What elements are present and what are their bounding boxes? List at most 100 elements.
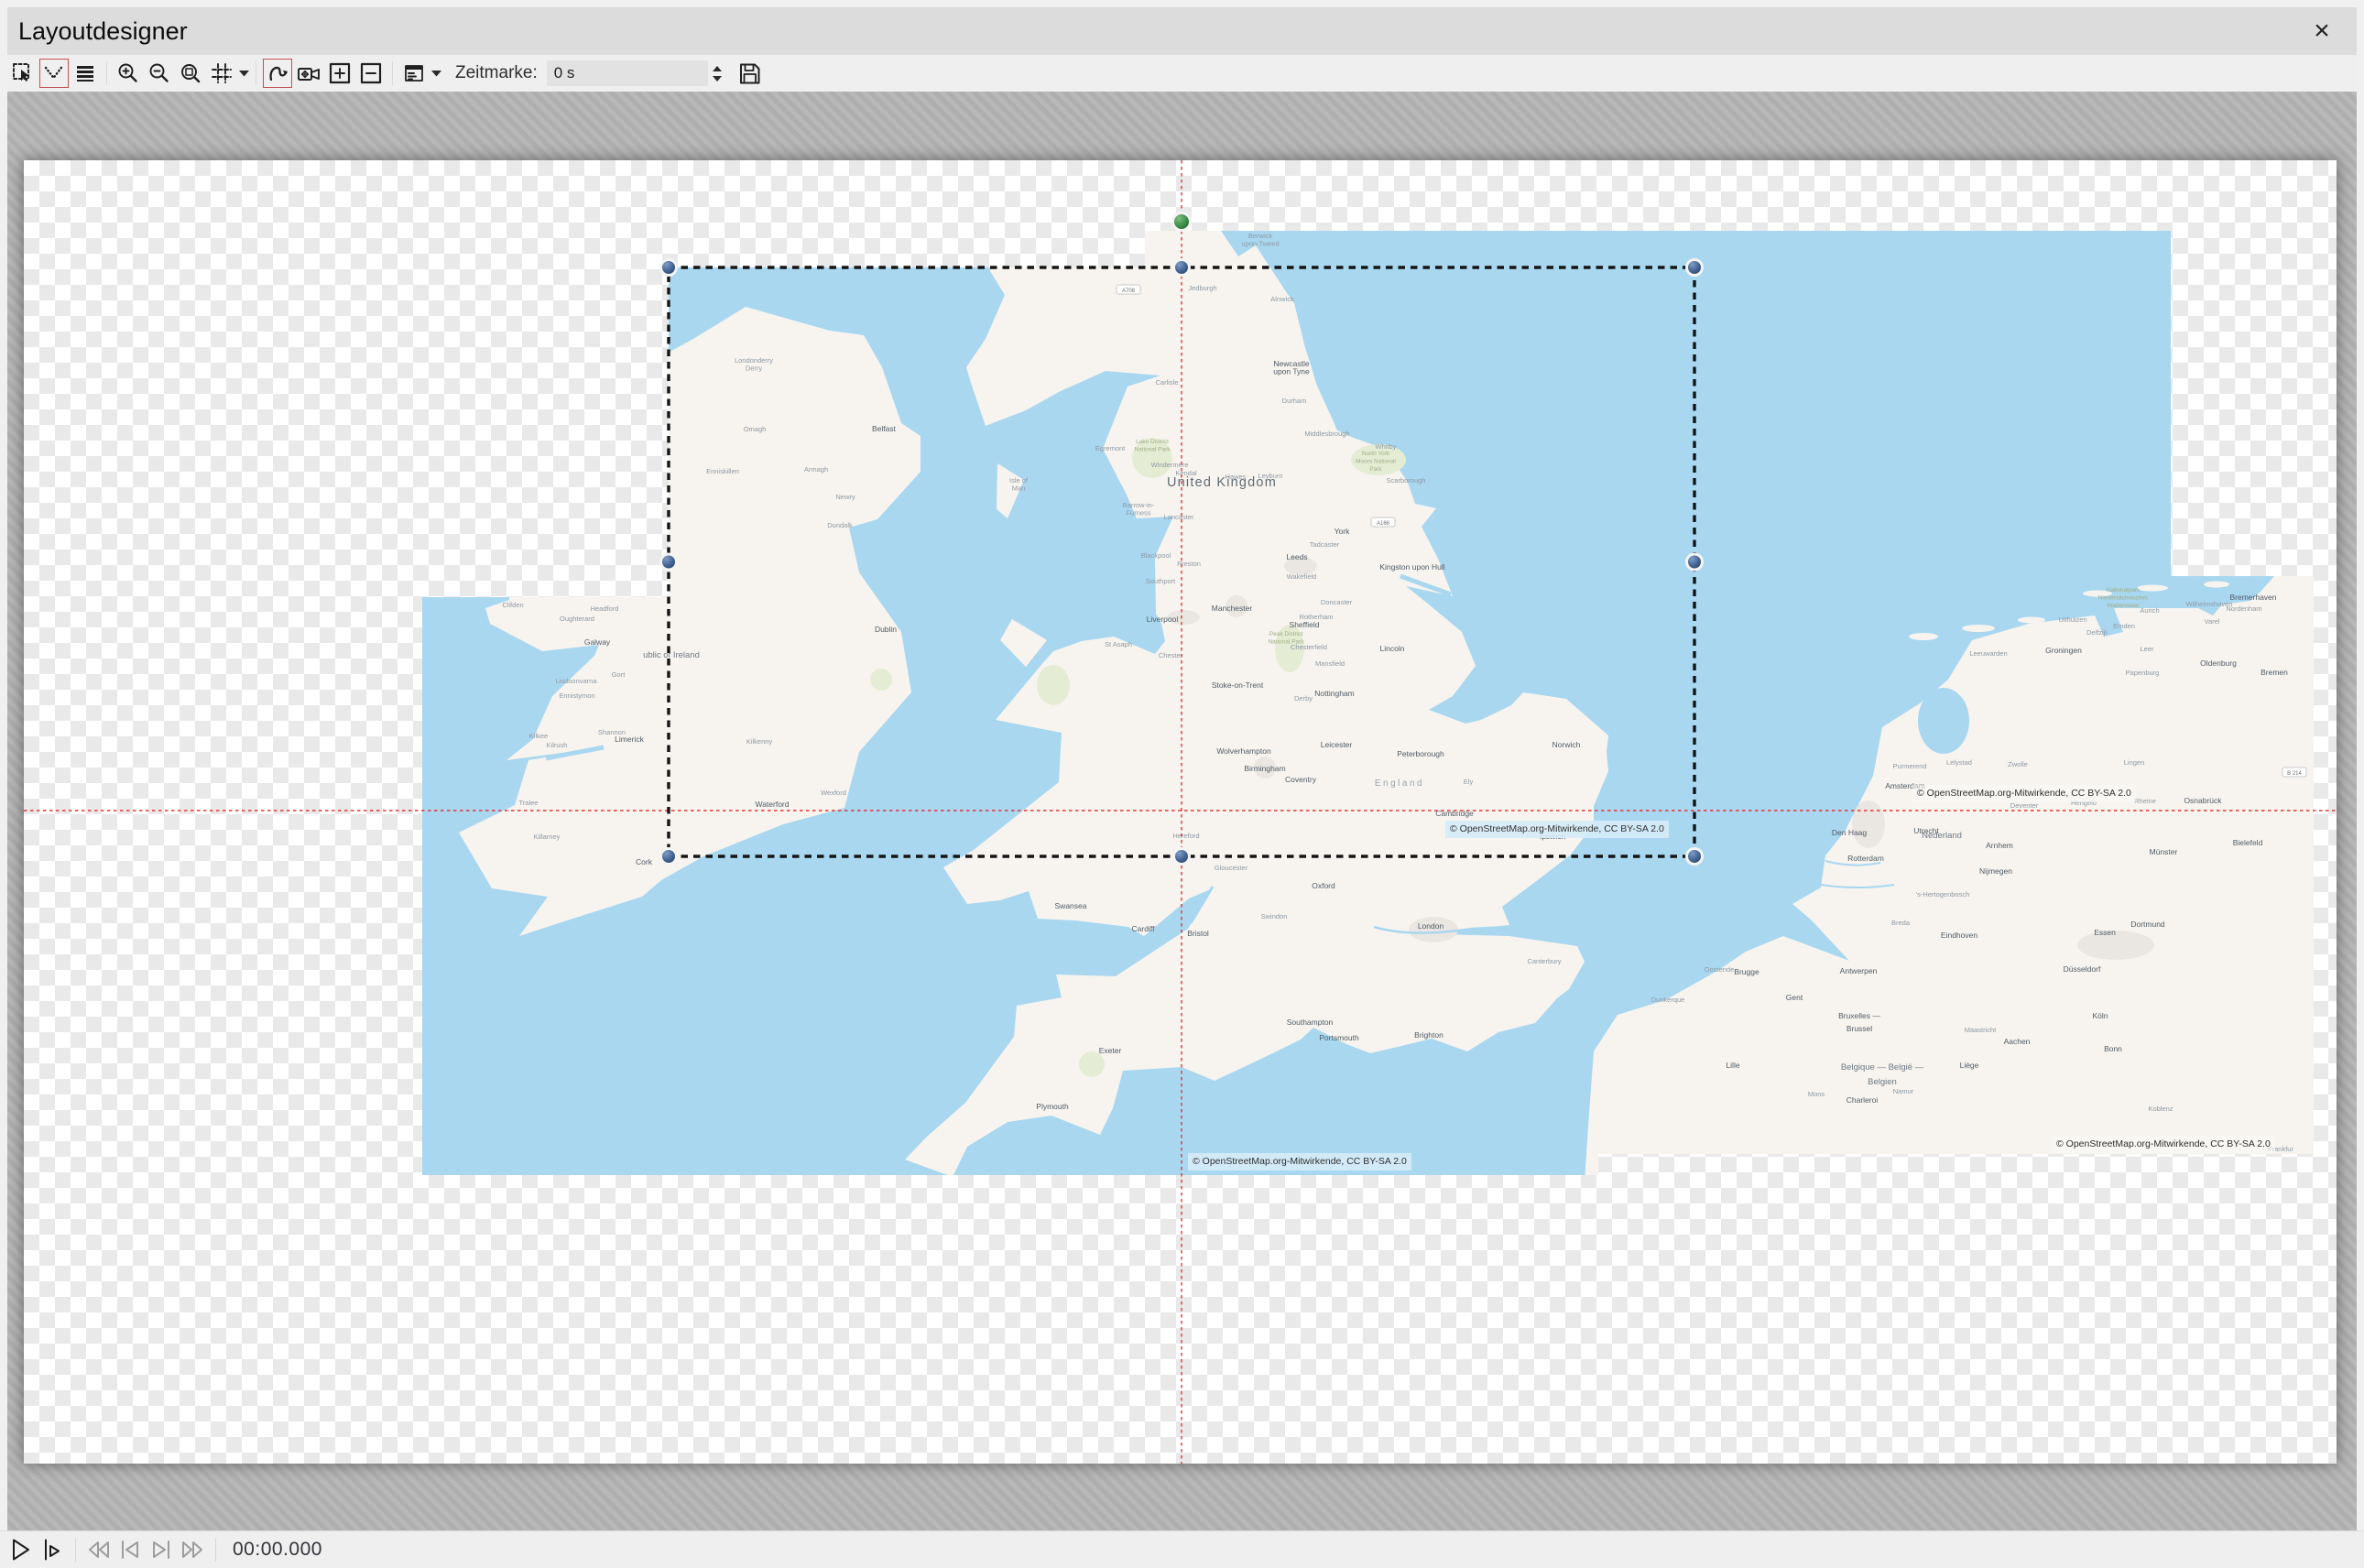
- zoom-fit-tool-button[interactable]: [176, 59, 205, 88]
- svg-text:Carlisle: Carlisle: [1155, 378, 1178, 387]
- layers-icon: [73, 61, 97, 85]
- svg-text:Mons: Mons: [1808, 1090, 1825, 1098]
- svg-text:Durham: Durham: [1282, 397, 1307, 405]
- svg-text:Varel: Varel: [2205, 617, 2220, 626]
- svg-text:Portsmouth: Portsmouth: [1319, 1033, 1359, 1042]
- svg-text:Lincoln: Lincoln: [1380, 644, 1405, 653]
- svg-text:Tadcaster: Tadcaster: [1310, 540, 1340, 549]
- svg-text:England: England: [1375, 779, 1424, 789]
- svg-text:Alnwick: Alnwick: [1270, 295, 1294, 303]
- svg-text:Chester: Chester: [1159, 651, 1183, 659]
- skip-to-start-button[interactable]: [83, 1536, 114, 1563]
- zoom-out-tool-button[interactable]: [145, 59, 174, 88]
- svg-text:Derby: Derby: [1294, 694, 1313, 702]
- properties-icon: [402, 61, 426, 85]
- svg-text:Canterbury: Canterbury: [1527, 957, 1561, 965]
- zeitmarke-label: Zeitmarke:: [455, 63, 538, 83]
- svg-text:Preston: Preston: [1177, 560, 1201, 568]
- svg-text:Sheffield: Sheffield: [1290, 620, 1320, 629]
- properties-dropdown-arrow[interactable]: [430, 59, 442, 88]
- transport-separator: [215, 1538, 216, 1562]
- svg-text:Newcastleupon Tyne: Newcastleupon Tyne: [1273, 359, 1310, 376]
- zoom-fit-icon: [179, 61, 202, 85]
- svg-text:Bielefeld: Bielefeld: [2233, 838, 2263, 847]
- svg-text:Den Haag: Den Haag: [1832, 828, 1868, 837]
- svg-text:Swansea: Swansea: [1055, 901, 1087, 910]
- svg-text:Kilkenny: Kilkenny: [746, 737, 773, 746]
- svg-text:Breda: Breda: [1891, 919, 1911, 927]
- svg-text:Liège: Liège: [1960, 1061, 1979, 1070]
- play-step-button[interactable]: [37, 1536, 68, 1563]
- skip-to-end-button[interactable]: [177, 1536, 208, 1563]
- svg-text:Osnabrück: Osnabrück: [2184, 796, 2222, 805]
- grid-tool-button[interactable]: [207, 59, 236, 88]
- svg-text:'s-Hertogenbosch: 's-Hertogenbosch: [1916, 890, 1970, 898]
- svg-text:Koblenz: Koblenz: [2148, 1105, 2173, 1113]
- svg-text:Nijmegen: Nijmegen: [1979, 866, 2012, 876]
- zoom-in-tool-button[interactable]: [114, 59, 143, 88]
- add-keyframe-tool-button[interactable]: [325, 59, 354, 88]
- previous-frame-button[interactable]: [114, 1536, 146, 1563]
- add-keyframe-icon: [328, 61, 352, 85]
- osm-attribution: © OpenStreetMap.org-Mitwirkende, CC BY-S…: [1445, 821, 1669, 838]
- svg-text:B 214: B 214: [2287, 771, 2302, 777]
- motion-path-tool-button[interactable]: [263, 59, 292, 88]
- title-bar: Layoutdesigner ×: [7, 7, 2357, 55]
- map-image-layers[interactable]: United KingdomNederlandBruxelles —Brusse…: [422, 231, 2314, 1175]
- transport-bar: 00:00.000: [0, 1530, 2364, 1568]
- svg-text:Galway: Galway: [584, 637, 611, 647]
- svg-text:Kingston upon Hull: Kingston upon Hull: [1379, 562, 1444, 572]
- svg-text:Papenburg: Papenburg: [2126, 669, 2160, 677]
- svg-text:Blackpool: Blackpool: [1141, 551, 1171, 560]
- close-icon[interactable]: ×: [2304, 13, 2340, 49]
- toolbar-separator: [106, 61, 107, 85]
- svg-text:Shannon: Shannon: [598, 728, 626, 736]
- svg-text:Ely: Ely: [1464, 778, 1474, 786]
- svg-text:Oxford: Oxford: [1312, 881, 1335, 890]
- svg-text:Waterford: Waterford: [755, 800, 789, 809]
- zeitmarke-spinner[interactable]: [712, 65, 723, 82]
- svg-text:Eindhoven: Eindhoven: [1941, 931, 1977, 940]
- remove-keyframe-tool-button[interactable]: [356, 59, 386, 88]
- osm-attribution: © OpenStreetMap.org-Mitwirkende, CC BY-S…: [2052, 1136, 2275, 1153]
- play-button[interactable]: [5, 1536, 37, 1563]
- svg-text:Dortmund: Dortmund: [2130, 920, 2165, 929]
- svg-text:Cambridge: Cambridge: [1435, 809, 1474, 818]
- transport-separator: [75, 1538, 76, 1562]
- svg-text:Aachen: Aachen: [2004, 1037, 2031, 1046]
- next-frame-button[interactable]: [146, 1536, 177, 1563]
- svg-text:Düsseldorf: Düsseldorf: [2064, 964, 2101, 974]
- svg-text:Belfast: Belfast: [872, 424, 897, 433]
- svg-text:Namur: Namur: [1893, 1087, 1914, 1095]
- select-tool-button[interactable]: [8, 59, 38, 88]
- svg-text:Hawes: Hawes: [1226, 473, 1247, 481]
- svg-text:Leeds: Leeds: [1286, 552, 1307, 561]
- svg-text:Southport: Southport: [1146, 577, 1176, 585]
- layout-workspace[interactable]: United KingdomNederlandBruxelles —Brusse…: [7, 92, 2357, 1531]
- svg-text:Oostende: Oostende: [1705, 965, 1735, 974]
- path-points-icon: [42, 61, 66, 85]
- properties-tool-button[interactable]: [399, 59, 429, 88]
- svg-text:Lake DistrictNational Park: Lake DistrictNational Park: [1134, 439, 1171, 453]
- svg-text:Brussel: Brussel: [1847, 1024, 1872, 1033]
- svg-text:Kilrush: Kilrush: [547, 741, 568, 749]
- window-title: Layoutdesigner: [18, 17, 188, 46]
- grid-dropdown-arrow[interactable]: [237, 59, 250, 88]
- path-points-tool-button[interactable]: [39, 59, 69, 88]
- zoom-in-icon: [116, 61, 140, 85]
- svg-text:Lelystad: Lelystad: [1946, 758, 1972, 767]
- svg-text:Jedburgh: Jedburgh: [1188, 284, 1216, 292]
- svg-text:Armagh: Armagh: [804, 465, 828, 474]
- zeitmarke-input[interactable]: [547, 60, 708, 86]
- svg-text:Doncaster: Doncaster: [1321, 598, 1353, 606]
- main-toolbar: Zeitmarke:: [7, 55, 2357, 92]
- save-button[interactable]: [735, 59, 765, 88]
- svg-text:Nottingham: Nottingham: [1314, 689, 1354, 698]
- layers-tool-button[interactable]: [71, 59, 100, 88]
- select-icon: [11, 61, 35, 85]
- svg-text:Swindon: Swindon: [1261, 912, 1288, 920]
- svg-text:Gent: Gent: [1786, 993, 1803, 1002]
- svg-text:St Asaph: St Asaph: [1105, 640, 1132, 648]
- svg-text:Delfzijl: Delfzijl: [2086, 628, 2107, 637]
- camera-pan-tool-button[interactable]: [294, 59, 323, 88]
